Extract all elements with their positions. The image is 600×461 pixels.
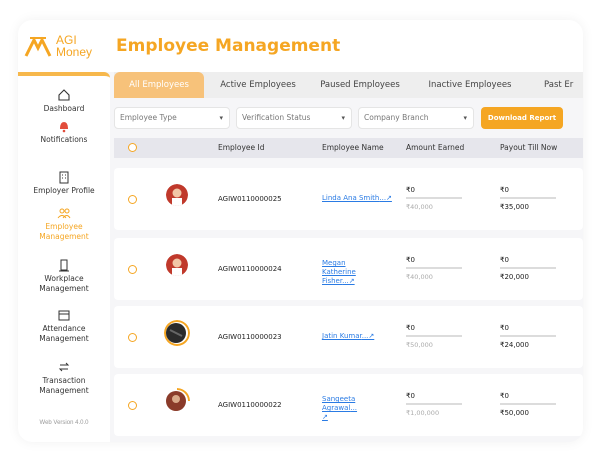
table-row[interactable]: AGIW0110000023 Jatin Kumar...↗ ₹0 ₹50,00… bbox=[114, 306, 583, 368]
sidebar-item-label: Transaction Management bbox=[39, 376, 89, 395]
tab-inactive-employees[interactable]: Inactive Employees bbox=[420, 72, 520, 98]
amount-limit: ₹40,000 bbox=[406, 203, 433, 211]
tab-active-employees[interactable]: Active Employees bbox=[210, 72, 306, 98]
payout-progress-bar bbox=[500, 335, 556, 337]
payout-progress-bar bbox=[500, 197, 556, 199]
employee-type-select[interactable]: Employee Type ▾ bbox=[114, 107, 230, 129]
version-text: Web Version 4.0.0 bbox=[39, 420, 89, 426]
sidebar-item-notifications[interactable]: Notifications bbox=[18, 119, 110, 145]
sidebar-item-label: Attendance Management bbox=[39, 324, 89, 343]
company-branch-value: Company Branch bbox=[364, 113, 429, 122]
employee-id: AGIW0110000024 bbox=[218, 265, 282, 273]
company-branch-select[interactable]: Company Branch ▾ bbox=[358, 107, 474, 129]
verification-status-select[interactable]: Verification Status ▾ bbox=[236, 107, 352, 129]
swap-icon bbox=[58, 362, 70, 372]
building-icon bbox=[59, 171, 69, 184]
tab-past-employees[interactable]: Past Er bbox=[530, 72, 583, 98]
payout-progress-bar bbox=[500, 267, 556, 269]
employee-id: AGIW0110000023 bbox=[218, 333, 282, 341]
sidebar-item-workplace-management[interactable]: Workplace Management bbox=[18, 258, 110, 294]
table-row[interactable]: AGIW0110000022 Sangeeta Agrawal... ↗ ₹0 ₹… bbox=[114, 374, 583, 436]
avatar bbox=[166, 184, 188, 206]
employee-name-link[interactable]: Jatin Kumar...↗ bbox=[322, 332, 392, 341]
header-employee-name: Employee Name bbox=[322, 143, 384, 152]
table-row[interactable]: AGIW0110000024 Megan Katherine Fisher...… bbox=[114, 238, 583, 300]
payout-progress-bar bbox=[500, 403, 556, 405]
row-radio[interactable] bbox=[128, 401, 137, 410]
header-amount-earned: Amount Earned bbox=[406, 143, 465, 152]
verification-status-value: Verification Status bbox=[242, 113, 311, 122]
users-icon bbox=[57, 208, 71, 219]
sidebar-item-label: Notifications bbox=[40, 135, 88, 144]
sidebar-item-label: Dashboard bbox=[43, 104, 85, 113]
amount-earned: ₹0 bbox=[406, 186, 415, 194]
calendar-icon bbox=[58, 310, 70, 321]
agi-money-logo[interactable]: AGI Money bbox=[24, 30, 112, 66]
payout-current: ₹0 bbox=[500, 324, 509, 332]
sidebar-item-label: Workplace Management bbox=[39, 274, 89, 293]
amount-progress-bar bbox=[406, 267, 462, 269]
sidebar: Dashboard Notifications Employer Profile… bbox=[18, 72, 110, 442]
employee-name-link[interactable]: Linda Ana Smith...↗ bbox=[322, 194, 392, 203]
home-icon bbox=[58, 89, 70, 101]
download-report-button[interactable]: Download Report bbox=[481, 107, 563, 129]
avatar bbox=[164, 320, 190, 346]
sidebar-item-transaction-management[interactable]: Transaction Management bbox=[18, 360, 110, 396]
app-window: AGI Money Employee Management Dashboard … bbox=[18, 20, 583, 442]
table-header: Employee Id Employee Name Amount Earned … bbox=[114, 138, 583, 158]
employee-name-link[interactable]: Megan Katherine Fisher...↗ bbox=[322, 259, 368, 286]
sidebar-item-employee-management[interactable]: Employee Management bbox=[18, 206, 110, 242]
amount-earned: ₹0 bbox=[406, 392, 415, 400]
employee-id: AGIW0110000025 bbox=[218, 195, 282, 203]
payout-total: ₹24,000 bbox=[500, 341, 529, 349]
amount-progress-bar bbox=[406, 403, 462, 405]
bell-icon bbox=[60, 122, 68, 133]
employee-name-link[interactable]: Sangeeta Agrawal... ↗ bbox=[322, 395, 382, 422]
amount-limit: ₹50,000 bbox=[406, 341, 433, 349]
row-radio[interactable] bbox=[128, 195, 137, 204]
amount-limit: ₹1,00,000 bbox=[406, 409, 440, 417]
row-radio[interactable] bbox=[128, 333, 137, 342]
payout-total: ₹20,000 bbox=[500, 273, 529, 281]
select-all-radio[interactable] bbox=[128, 143, 137, 152]
payout-current: ₹0 bbox=[500, 186, 509, 194]
sidebar-item-label: Employee Management bbox=[39, 222, 89, 241]
payout-total: ₹50,000 bbox=[500, 409, 529, 417]
row-radio[interactable] bbox=[128, 265, 137, 274]
workplace-icon bbox=[59, 259, 69, 272]
amount-progress-bar bbox=[406, 197, 462, 199]
avatar bbox=[166, 254, 188, 276]
payout-total: ₹35,000 bbox=[500, 203, 529, 211]
top-bar: AGI Money Employee Management bbox=[18, 20, 583, 72]
logo-icon bbox=[24, 36, 52, 57]
tab-paused-employees[interactable]: Paused Employees bbox=[312, 72, 408, 98]
header-payout: Payout Till Now bbox=[500, 143, 558, 152]
tab-bar: All Employees Active Employees Paused Em… bbox=[114, 72, 583, 98]
sidebar-item-attendance-management[interactable]: Attendance Management bbox=[18, 308, 110, 344]
chevron-down-icon: ▾ bbox=[463, 114, 467, 122]
amount-progress-bar bbox=[406, 335, 462, 337]
amount-limit: ₹40,000 bbox=[406, 273, 433, 281]
payout-current: ₹0 bbox=[500, 256, 509, 264]
employee-id: AGIW0110000022 bbox=[218, 401, 282, 409]
table-row[interactable]: AGIW0110000025 Linda Ana Smith...↗ ₹0 ₹4… bbox=[114, 168, 583, 230]
payout-current: ₹0 bbox=[500, 392, 509, 400]
main-content: All Employees Active Employees Paused Em… bbox=[114, 72, 583, 442]
tab-all-employees[interactable]: All Employees bbox=[114, 72, 204, 98]
chevron-down-icon: ▾ bbox=[341, 114, 345, 122]
sidebar-item-dashboard[interactable]: Dashboard bbox=[18, 88, 110, 114]
amount-earned: ₹0 bbox=[406, 324, 415, 332]
page-title: Employee Management bbox=[116, 36, 341, 56]
sidebar-item-employer-profile[interactable]: Employer Profile bbox=[18, 170, 110, 196]
filter-bar: Employee Type ▾ Verification Status ▾ Co… bbox=[114, 104, 583, 132]
sidebar-item-label: Employer Profile bbox=[33, 186, 95, 195]
chevron-down-icon: ▾ bbox=[219, 114, 223, 122]
logo-line2: Money bbox=[56, 45, 93, 59]
header-employee-id: Employee Id bbox=[218, 143, 265, 152]
avatar bbox=[166, 388, 190, 411]
amount-earned: ₹0 bbox=[406, 256, 415, 264]
employee-type-value: Employee Type bbox=[120, 113, 177, 122]
